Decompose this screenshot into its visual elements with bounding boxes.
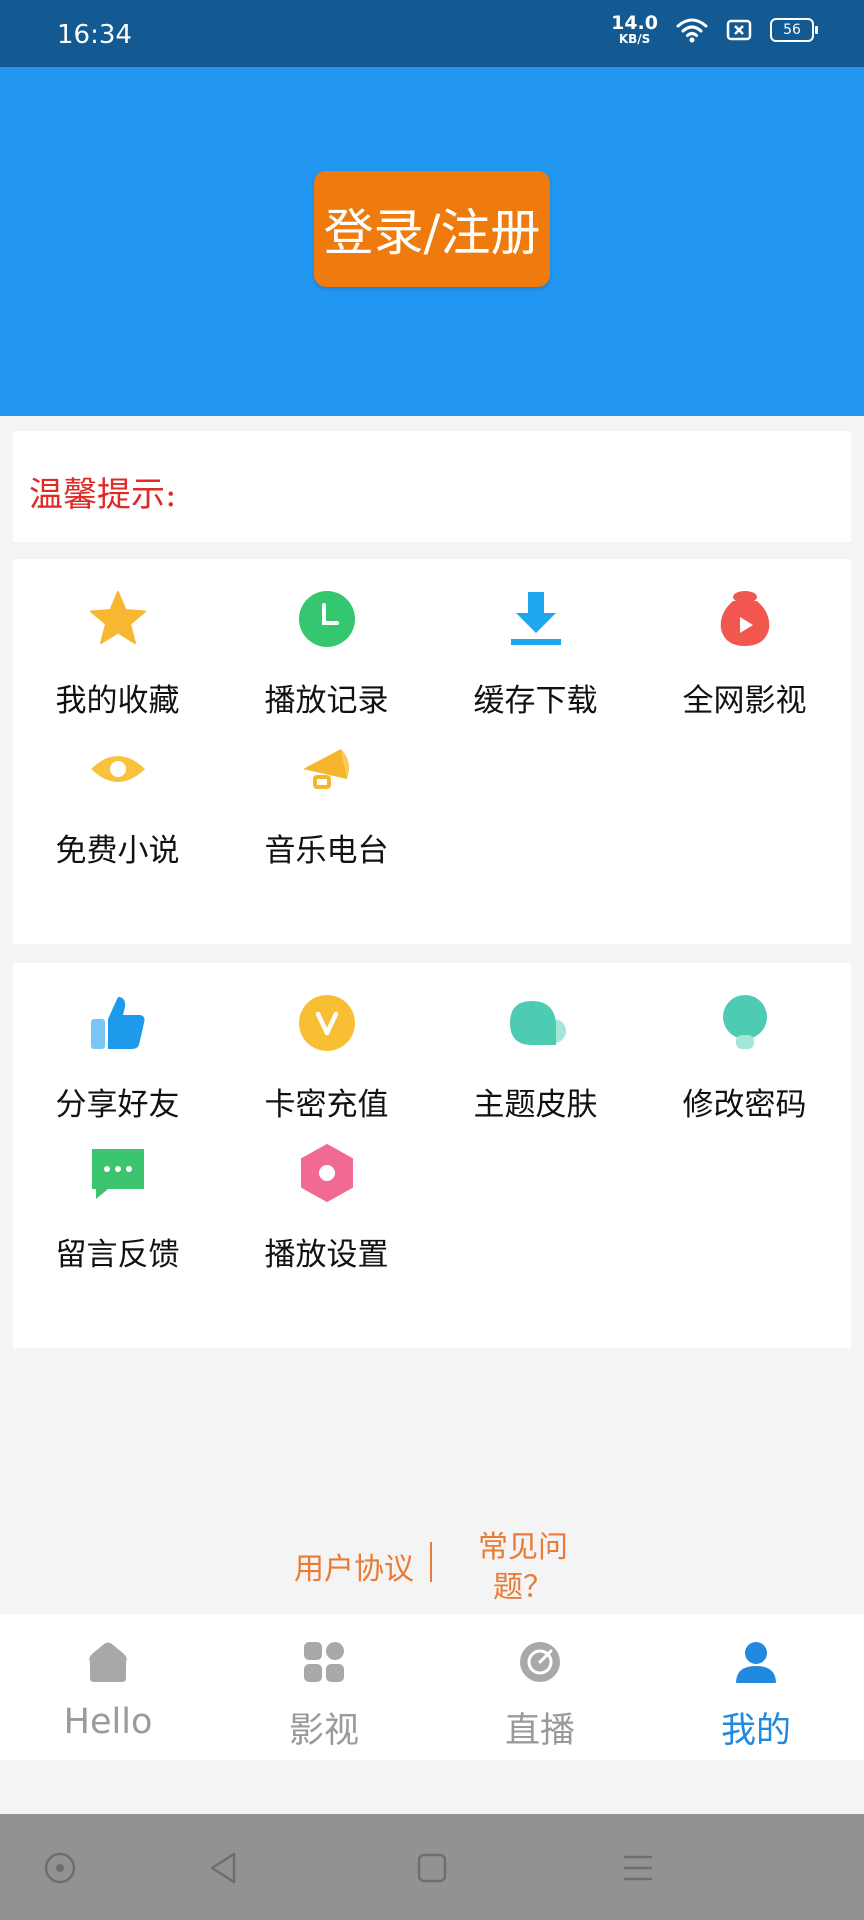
download-icon [511, 592, 561, 645]
menu-label: 缓存下载 [473, 683, 598, 719]
menu-feedback[interactable]: 留言反馈 [13, 1113, 222, 1273]
tab-live[interactable]: 直播 [432, 1614, 648, 1760]
menu-all-videos[interactable]: 全网影视 [640, 559, 849, 719]
menu-label: 修改密码 [682, 1087, 807, 1123]
feature-card-2: 分享好友 卡密充值 主题皮肤 修改密码 留言反馈 播放设置 [13, 963, 851, 1348]
message-icon [92, 1149, 144, 1199]
menu-favorites[interactable]: 我的收藏 [13, 559, 222, 719]
menu-change-password[interactable]: 修改密码 [640, 963, 849, 1123]
megaphone-icon [303, 749, 349, 789]
user-agreement-link[interactable]: 用户协议 [294, 1544, 414, 1588]
menu-label: 留言反馈 [55, 1237, 180, 1273]
menu-label: 音乐电台 [264, 833, 389, 869]
tab-videos[interactable]: 影视 [216, 1614, 432, 1760]
menu-theme[interactable]: 主题皮肤 [431, 963, 640, 1123]
menu-share[interactable]: 分享好友 [13, 963, 222, 1123]
thumbs-up-icon [91, 997, 145, 1049]
back-icon[interactable] [204, 1848, 244, 1888]
status-bar: 16:34 14.0 KB/S 56 [0, 0, 864, 67]
profile-header: 登录/注册 [0, 67, 864, 416]
tab-mine[interactable]: 我的 [648, 1614, 864, 1760]
menu-label: 播放设置 [264, 1237, 389, 1273]
star-icon [90, 591, 146, 644]
tab-label: 直播 [504, 1711, 575, 1751]
grid-icon [304, 1642, 344, 1682]
system-nav-bar [0, 1814, 864, 1920]
menu-label: 主题皮肤 [473, 1087, 598, 1123]
status-icons: 14.0 KB/S 56 [611, 12, 818, 46]
menu-history[interactable]: 播放记录 [222, 559, 431, 719]
home-square-icon[interactable] [412, 1848, 452, 1888]
menu-download[interactable]: 缓存下载 [431, 559, 640, 719]
video-bag-icon [720, 591, 770, 646]
user-icon [736, 1642, 776, 1683]
menu-label: 全网影视 [682, 683, 807, 719]
lightbulb-icon [723, 995, 767, 1049]
status-time: 16:34 [57, 20, 132, 50]
sim-icon [726, 19, 752, 40]
menu-play-settings[interactable]: 播放设置 [222, 1113, 431, 1273]
circle-icon[interactable] [40, 1848, 80, 1888]
tab-label: 我的 [720, 1711, 791, 1751]
tab-label: 影视 [288, 1711, 359, 1751]
net-speed-unit: KB/S [618, 32, 651, 46]
tab-hello[interactable]: Hello [0, 1614, 216, 1760]
tip-label: 温馨提示: [29, 475, 177, 515]
net-speed-value: 14.0 [611, 12, 658, 34]
cloud-icon [510, 1001, 566, 1045]
eye-icon [91, 756, 145, 782]
home-icon [89, 1642, 127, 1682]
net-speed: 14.0 KB/S [611, 12, 658, 46]
menu-novels[interactable]: 免费小说 [13, 709, 222, 869]
settings-hex-icon [301, 1144, 353, 1202]
clock-icon [299, 591, 355, 647]
menu-label: 免费小说 [55, 833, 180, 869]
login-register-button[interactable]: 登录/注册 [314, 171, 550, 287]
wifi-icon [676, 18, 708, 42]
vip-icon [299, 995, 355, 1051]
bottom-tab-bar: Hello 影视 直播 我的 [0, 1614, 864, 1760]
tip-card: 温馨提示: [13, 431, 851, 542]
menu-radio[interactable]: 音乐电台 [222, 709, 431, 869]
menu-icon[interactable] [618, 1848, 658, 1888]
tab-label: Hello [63, 1702, 153, 1742]
feature-card-1: 我的收藏 播放记录 缓存下载 全网影视 免费小说 音乐电台 [13, 559, 851, 944]
link-separator [430, 1542, 432, 1582]
faq-link[interactable]: 常见问题？ [468, 1528, 578, 1608]
menu-recharge[interactable]: 卡密充值 [222, 963, 431, 1123]
battery-icon: 56 [770, 17, 818, 42]
radar-icon [520, 1642, 560, 1682]
